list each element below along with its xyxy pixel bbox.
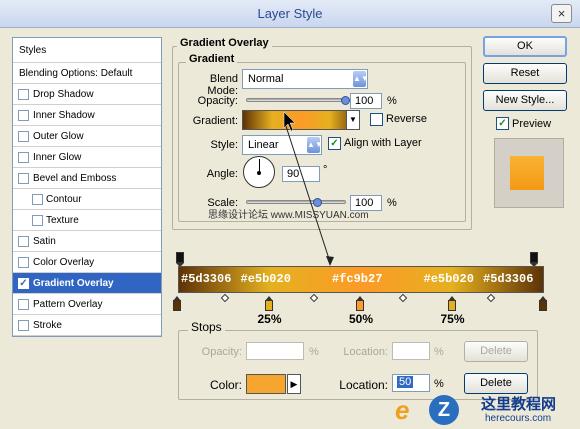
logo-text: 这里教程网 bbox=[481, 396, 557, 413]
logo-z-icon: Z bbox=[429, 395, 459, 425]
cursor-arrow-icon bbox=[283, 111, 296, 132]
annotation-arrow bbox=[283, 111, 334, 266]
annotation-arrow-line bbox=[283, 119, 331, 263]
site-logo: e Z 这里教程网 herecours.com bbox=[395, 393, 580, 429]
logo-url: herecours.com bbox=[485, 413, 552, 424]
annotation-arrow-head bbox=[326, 256, 334, 266]
logo-e-icon: e bbox=[395, 395, 410, 425]
